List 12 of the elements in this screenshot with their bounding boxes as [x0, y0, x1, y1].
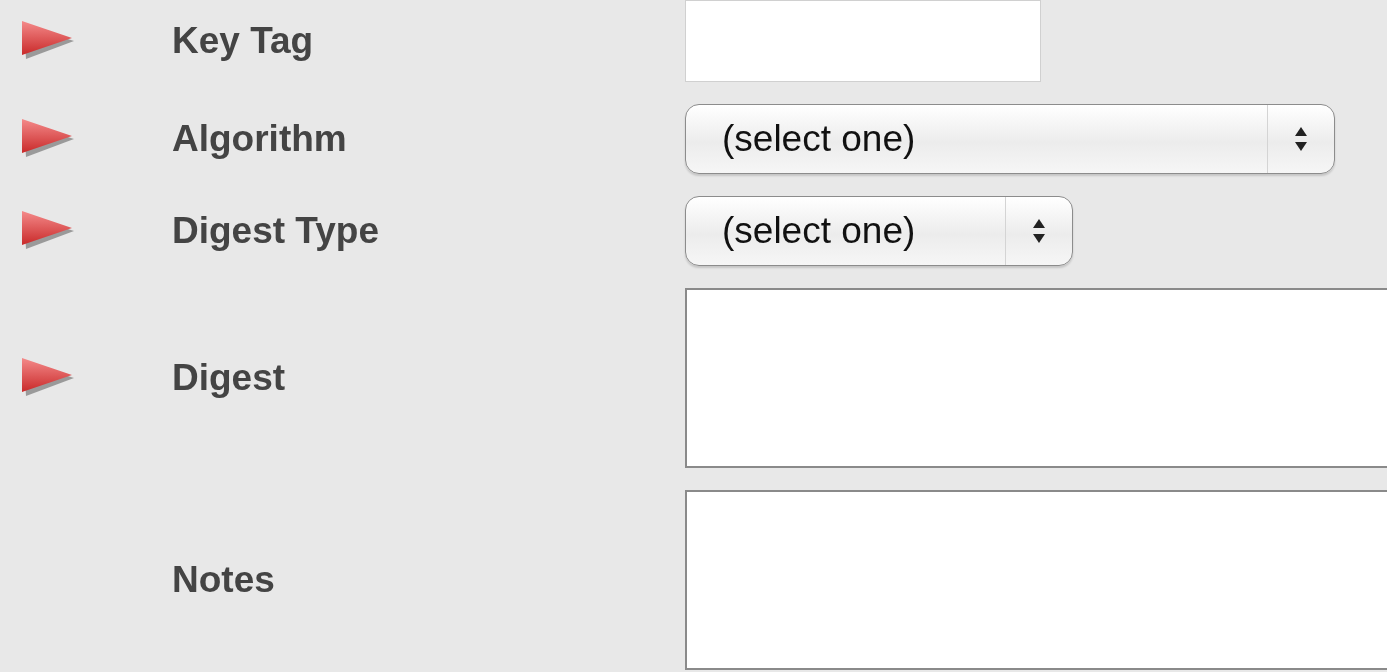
field-label: Notes	[172, 559, 275, 601]
select-dropdown[interactable]: (select one)	[685, 104, 1335, 174]
field-label: Digest	[172, 357, 286, 399]
field-label: Digest Type	[172, 210, 379, 252]
select-dropdown[interactable]: (select one)	[685, 196, 1073, 266]
field-label: Key Tag	[172, 20, 314, 62]
text-area[interactable]	[685, 288, 1387, 468]
text-field[interactable]	[685, 0, 1041, 82]
field-label: Algorithm	[172, 118, 347, 160]
up-down-arrows-icon	[1294, 126, 1308, 152]
text-area[interactable]	[685, 490, 1387, 670]
up-down-arrows-icon	[1032, 218, 1046, 244]
